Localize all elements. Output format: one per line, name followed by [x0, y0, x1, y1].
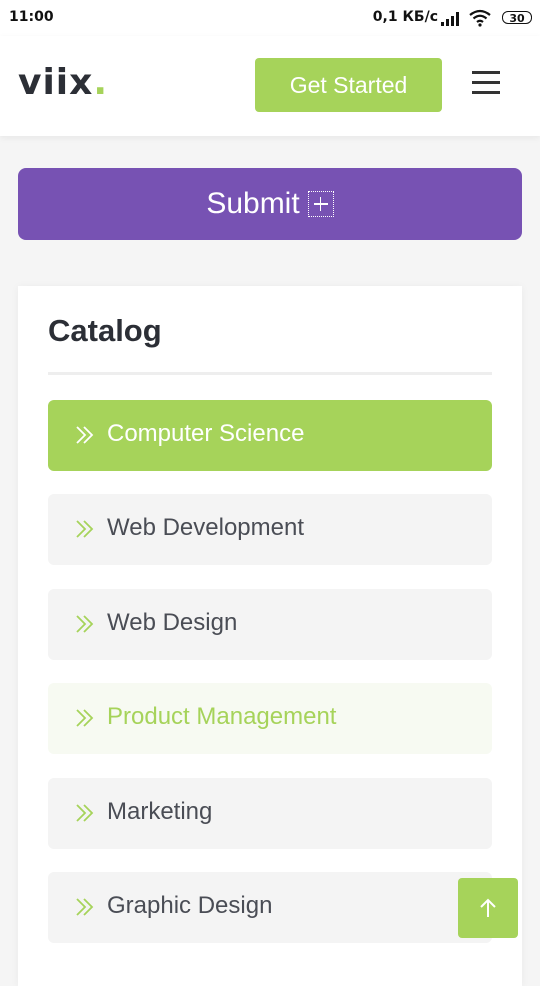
logo-dot: .	[93, 62, 109, 103]
double-chevron-right-icon	[76, 709, 94, 727]
get-started-button[interactable]: Get Started	[255, 58, 442, 112]
catalog-card: Catalog Computer Science Web Development…	[18, 286, 522, 986]
battery-indicator: 30	[502, 11, 532, 25]
double-chevron-right-icon	[76, 426, 94, 444]
catalog-item-label: Graphic Design	[107, 892, 273, 919]
status-network-speed: 0,1 КБ/с	[372, 9, 438, 25]
logo-text: viix	[18, 62, 94, 103]
catalog-item-marketing[interactable]: Marketing	[48, 778, 492, 849]
signal-icon	[441, 12, 459, 26]
status-bar: 11:00 0,1 КБ/с 30	[0, 0, 540, 36]
site-logo[interactable]: viix.	[18, 62, 108, 103]
hamburger-menu-icon[interactable]	[469, 68, 503, 98]
double-chevron-right-icon	[76, 804, 94, 822]
catalog-item-label: Marketing	[107, 798, 213, 825]
catalog-item-product-management[interactable]: Product Management	[48, 683, 492, 754]
double-chevron-right-icon	[76, 520, 94, 538]
catalog-item-label: Web Design	[107, 609, 238, 636]
catalog-item-label: Product Management	[107, 703, 337, 730]
catalog-item-computer-science[interactable]: Computer Science	[48, 400, 492, 471]
submit-label: Submit	[206, 187, 300, 220]
catalog-item-graphic-design[interactable]: Graphic Design	[48, 872, 492, 943]
submit-button[interactable]: Submit	[18, 168, 522, 240]
catalog-divider	[48, 372, 492, 375]
catalog-item-web-design[interactable]: Web Design	[48, 589, 492, 660]
site-header: viix. Get Started	[0, 36, 540, 136]
arrow-up-icon	[480, 898, 496, 917]
double-chevron-right-icon	[76, 898, 94, 916]
status-time: 11:00	[9, 9, 54, 25]
scroll-to-top-button[interactable]	[458, 878, 518, 938]
catalog-item-label: Computer Science	[107, 420, 305, 447]
catalog-item-web-development[interactable]: Web Development	[48, 494, 492, 565]
plus-box-icon	[307, 191, 334, 217]
catalog-item-label: Web Development	[107, 514, 304, 541]
wifi-icon	[469, 9, 491, 27]
catalog-title: Catalog	[48, 313, 162, 348]
double-chevron-right-icon	[76, 615, 94, 633]
